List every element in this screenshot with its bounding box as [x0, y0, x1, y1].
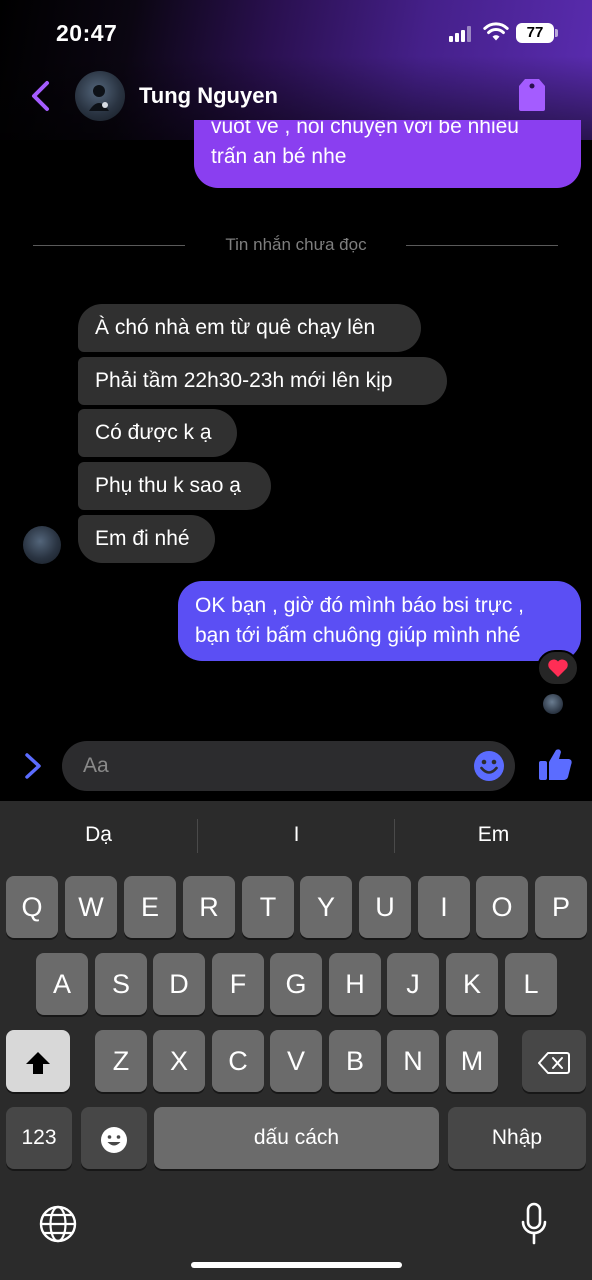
battery-indicator: 77: [516, 23, 554, 43]
seen-indicator-avatar: [543, 694, 563, 714]
key-u[interactable]: U: [359, 876, 411, 938]
key-x[interactable]: X: [153, 1030, 205, 1092]
incoming-message-bubble[interactable]: Có được k ạ: [78, 409, 237, 457]
key-z[interactable]: Z: [95, 1030, 147, 1092]
key-f[interactable]: F: [212, 953, 264, 1015]
status-time: 20:47: [56, 20, 118, 46]
message-text: Có được k ạ: [95, 421, 212, 444]
key-a[interactable]: A: [36, 953, 88, 1015]
return-key[interactable]: Nhập: [448, 1107, 586, 1169]
key-d[interactable]: D: [153, 953, 205, 1015]
incoming-message-bubble[interactable]: À chó nhà em từ quê chạy lên: [78, 304, 421, 352]
key-y[interactable]: Y: [300, 876, 352, 938]
key-w[interactable]: W: [65, 876, 117, 938]
sender-avatar[interactable]: [23, 526, 61, 564]
heart-icon: [548, 659, 568, 677]
message-text-line: bạn tới bấm chuông giúp mình nhé: [195, 624, 521, 647]
status-bar: 20:47 77: [0, 0, 592, 64]
divider-line-right: [406, 245, 558, 246]
expand-chevron-icon[interactable]: [22, 752, 44, 780]
key-i[interactable]: I: [418, 876, 470, 938]
wifi-icon: [483, 22, 509, 41]
thumbs-up-icon[interactable]: [536, 745, 574, 783]
cellular-signal-icon: [449, 26, 471, 42]
keyboard: Dạ I Em Q W E R T Y U I O P A S D F G H …: [0, 801, 592, 1280]
key-q[interactable]: Q: [6, 876, 58, 938]
key-l[interactable]: L: [505, 953, 557, 1015]
key-g[interactable]: G: [270, 953, 322, 1015]
contact-avatar[interactable]: [75, 71, 125, 121]
emoji-icon[interactable]: [473, 750, 505, 782]
key-n[interactable]: N: [387, 1030, 439, 1092]
key-j[interactable]: J: [387, 953, 439, 1015]
message-text: Em đi nhé: [95, 527, 190, 550]
avatar-photo: [89, 85, 109, 111]
message-input[interactable]: Aa: [62, 741, 515, 791]
key-h[interactable]: H: [329, 953, 381, 1015]
home-indicator: [191, 1262, 402, 1268]
key-t[interactable]: T: [242, 876, 294, 938]
emoji-keyboard-icon: [101, 1126, 127, 1153]
incoming-message-bubble[interactable]: Em đi nhé: [78, 515, 215, 563]
message-input-placeholder: Aa: [83, 754, 109, 777]
key-o[interactable]: O: [476, 876, 528, 938]
key-k[interactable]: K: [446, 953, 498, 1015]
suggestion-item[interactable]: Dạ: [0, 823, 197, 847]
outgoing-message-bubble[interactable]: vuốt ve , nói chuyện với bé nhiều trấn a…: [194, 120, 581, 188]
contact-name[interactable]: Tung Nguyen: [139, 83, 278, 109]
space-key[interactable]: dấu cách: [154, 1107, 439, 1169]
message-text: Phụ thu k sao ạ: [95, 474, 241, 497]
microphone-icon[interactable]: [520, 1202, 548, 1246]
emoji-keyboard-key[interactable]: [81, 1107, 147, 1169]
battery-cap: [555, 29, 558, 37]
heart-reaction[interactable]: [537, 650, 579, 686]
globe-icon[interactable]: [39, 1205, 77, 1243]
key-c[interactable]: C: [212, 1030, 264, 1092]
key-p[interactable]: P: [535, 876, 587, 938]
suggestion-item[interactable]: Em: [395, 823, 592, 847]
shift-icon: [26, 1051, 50, 1074]
message-text-line: trấn an bé nhe: [211, 145, 347, 168]
backspace-key[interactable]: [522, 1030, 586, 1092]
message-list[interactable]: vuốt ve , nói chuyện với bé nhiều trấn a…: [0, 120, 592, 740]
key-m[interactable]: M: [446, 1030, 498, 1092]
suggestion-bar: Dạ I Em: [0, 801, 592, 873]
tag-icon[interactable]: [518, 78, 546, 112]
message-text: Phải tầm 22h30-23h mới lên kịp: [95, 369, 393, 392]
incoming-message-bubble[interactable]: Phụ thu k sao ạ: [78, 462, 271, 510]
suggestion-item[interactable]: I: [198, 823, 395, 847]
key-e[interactable]: E: [124, 876, 176, 938]
numbers-key[interactable]: 123: [6, 1107, 72, 1169]
message-text-line: vuốt ve , nói chuyện với bé nhiều: [211, 120, 519, 138]
back-chevron-icon[interactable]: [28, 80, 54, 112]
backspace-icon: [538, 1051, 570, 1074]
message-text-line: OK bạn , giờ đó mình báo bsi trực ,: [195, 594, 524, 617]
outgoing-message-bubble[interactable]: OK bạn , giờ đó mình báo bsi trực , bạn …: [178, 581, 581, 661]
key-b[interactable]: B: [329, 1030, 381, 1092]
incoming-message-bubble[interactable]: Phải tầm 22h30-23h mới lên kịp: [78, 357, 447, 405]
shift-key[interactable]: [6, 1030, 70, 1092]
message-text: À chó nhà em từ quê chạy lên: [95, 316, 376, 339]
key-s[interactable]: S: [95, 953, 147, 1015]
key-v[interactable]: V: [270, 1030, 322, 1092]
key-r[interactable]: R: [183, 876, 235, 938]
